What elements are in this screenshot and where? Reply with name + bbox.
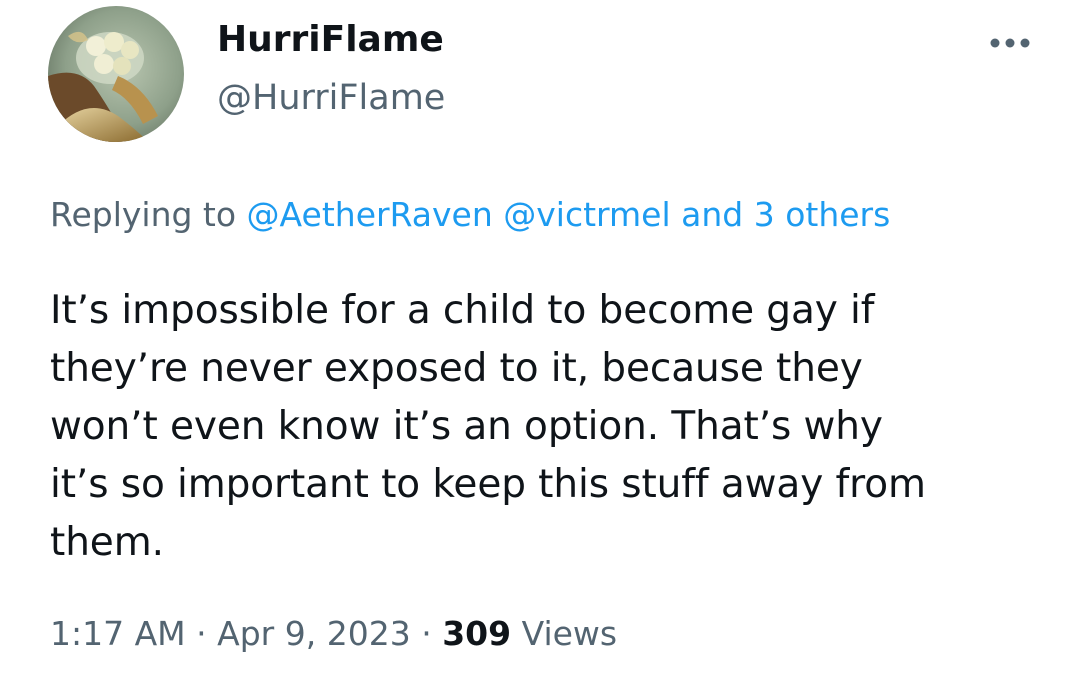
more-options-button[interactable] <box>982 26 1038 60</box>
views-count: 309 <box>442 614 512 653</box>
more-horizontal-icon <box>990 38 1030 48</box>
tweet-text-line: it’s so important to keep this stuff awa… <box>50 462 926 507</box>
tweet-text-line: they’re never exposed to it, because the… <box>50 346 863 391</box>
reply-context: Replying to @AetherRaven @victrmel and 3… <box>50 194 890 236</box>
mention-aetherraven[interactable]: @AetherRaven <box>247 195 493 234</box>
views-label: Views <box>521 614 618 653</box>
tweet-text: It’s impossible for a child to become ga… <box>50 282 1035 572</box>
author-display-name[interactable]: HurriFlame <box>217 18 444 62</box>
meta-separator: · <box>196 614 207 653</box>
tweet-text-line: won’t even know it’s an option. That’s w… <box>50 404 883 449</box>
mention-others[interactable]: and 3 others <box>681 195 890 234</box>
tweet-text-line: them. <box>50 520 164 565</box>
author-handle[interactable]: @HurriFlame <box>217 76 445 120</box>
mention-victrmel[interactable]: @victrmel <box>503 195 670 234</box>
author-avatar[interactable] <box>48 6 184 142</box>
avatar-image <box>48 6 184 142</box>
tweet-time[interactable]: 1:17 AM <box>50 614 186 653</box>
reply-prefix: Replying to <box>50 195 237 234</box>
tweet-meta: 1:17 AM · Apr 9, 2023 · 309 Views <box>50 612 617 656</box>
tweet-date[interactable]: Apr 9, 2023 <box>217 614 411 653</box>
tweet-card: HurriFlame @HurriFlame Replying to @Aeth… <box>0 0 1080 700</box>
tweet-text-line: It’s impossible for a child to become ga… <box>50 288 875 333</box>
meta-separator: · <box>421 614 432 653</box>
